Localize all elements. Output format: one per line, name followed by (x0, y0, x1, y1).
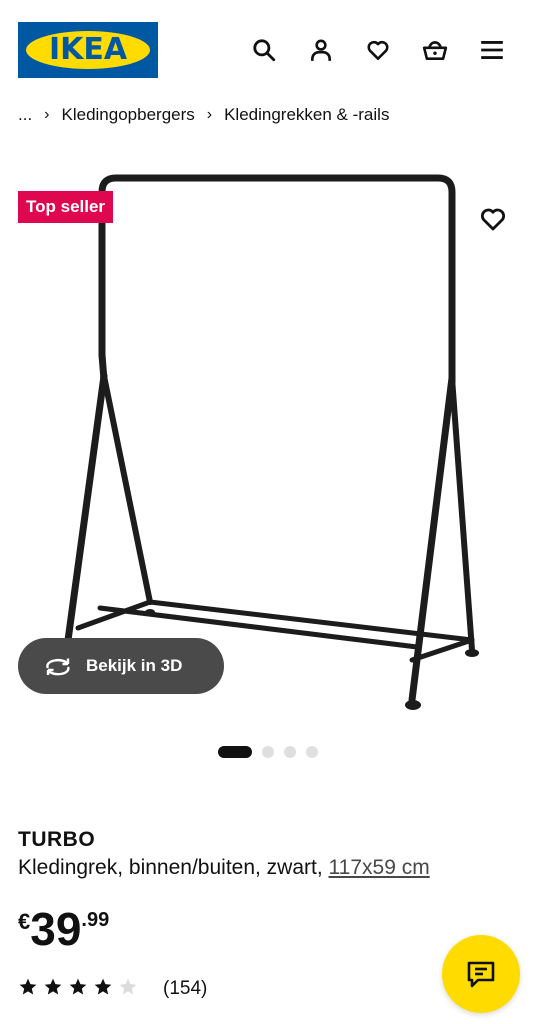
carousel-dot[interactable] (306, 746, 318, 758)
breadcrumb-item-kledingopbergers[interactable]: Kledingopbergers (62, 105, 195, 125)
search-icon[interactable] (248, 34, 280, 66)
carousel-dot-active[interactable] (218, 746, 252, 758)
star-filled-icon (94, 978, 112, 994)
product-rating[interactable]: (154) (18, 976, 207, 1002)
breadcrumb-item-kledingrekken[interactable]: Kledingrekken & -rails (224, 105, 389, 125)
rating-stars (18, 977, 143, 1002)
star-empty-icon (119, 978, 137, 994)
rotate-3d-icon (46, 658, 70, 676)
top-seller-badge: Top seller (18, 191, 114, 223)
chevron-right-icon: › (44, 106, 50, 123)
product-name: TURBO (18, 828, 96, 851)
product-description: Kledingrek, binnen/buiten, zwart, 117x59… (18, 856, 430, 880)
add-to-favorites-heart-icon[interactable] (478, 204, 508, 234)
star-filled-icon (19, 978, 37, 994)
product-size-link[interactable]: 117x59 cm (329, 856, 430, 879)
price-currency: € (18, 909, 31, 934)
top-header: IKEA (0, 0, 550, 100)
view-in-3d-label: Bekijk in 3D (86, 656, 183, 675)
carousel-dot[interactable] (262, 746, 274, 758)
product-price: € 39 .99 (18, 905, 109, 955)
ikea-logo[interactable]: IKEA (18, 22, 158, 78)
chat-button[interactable] (442, 935, 520, 1013)
carousel-dot[interactable] (284, 746, 296, 758)
logo-text: IKEA (48, 32, 128, 67)
review-count: (154) (163, 978, 208, 999)
view-in-3d-button[interactable]: Bekijk in 3D (18, 638, 224, 694)
star-filled-icon (69, 978, 87, 994)
breadcrumb: ... › Kledingopbergers › Kledingrekken &… (18, 103, 389, 127)
product-description-text: Kledingrek, binnen/buiten, zwart, (18, 856, 323, 879)
price-integer: 39 (30, 903, 82, 955)
menu-icon[interactable] (476, 34, 508, 66)
breadcrumb-ellipsis[interactable]: ... (18, 105, 32, 125)
account-icon[interactable] (305, 34, 337, 66)
carousel-indicator (218, 746, 318, 758)
star-filled-icon (44, 978, 62, 994)
price-decimal: .99 (81, 909, 110, 931)
chat-icon (467, 961, 495, 988)
chevron-right-icon: › (206, 106, 213, 123)
basket-icon[interactable] (419, 34, 451, 66)
heart-icon[interactable] (362, 34, 394, 66)
